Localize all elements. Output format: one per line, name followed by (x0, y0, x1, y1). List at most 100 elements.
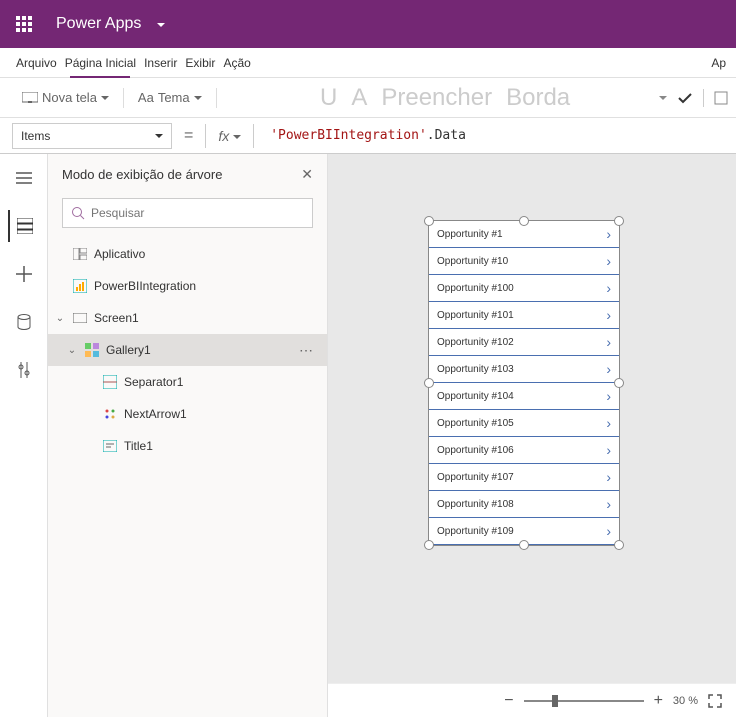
chevron-right-icon[interactable]: › (606, 307, 611, 323)
chevron-down-icon[interactable] (659, 90, 667, 105)
chevron-right-icon[interactable]: › (606, 280, 611, 296)
tree-screen1[interactable]: ⌄ Screen1 (48, 302, 327, 334)
app-dropdown-icon[interactable] (149, 17, 173, 32)
gallery-item[interactable]: Opportunity #106 › (429, 437, 619, 464)
close-icon[interactable]: ✕ (301, 166, 313, 183)
panel-title: Modo de exibição de árvore (62, 167, 222, 182)
status-bar: − + 30 % (328, 683, 736, 717)
formula-bar: Items = fx 'PowerBIIntegration'.Data (0, 118, 736, 154)
chevron-down-icon (194, 90, 202, 105)
gallery-item-label: Opportunity #106 (437, 445, 514, 456)
label-icon (102, 438, 118, 454)
gallery-item-label: Opportunity #104 (437, 391, 514, 402)
gallery-item-label: Opportunity #101 (437, 310, 514, 321)
chevron-right-icon[interactable]: › (606, 496, 611, 512)
tree-separator1[interactable]: Separator1 (48, 366, 327, 398)
chevron-down-icon[interactable]: ⌄ (66, 345, 78, 356)
chevron-down-icon (101, 90, 109, 105)
zoom-out-button[interactable]: − (504, 692, 513, 710)
chevron-right-icon[interactable]: › (606, 415, 611, 431)
menu-bar: Arquivo Página Inicial Inserir Exibir Aç… (0, 48, 736, 78)
gallery-item-label: Opportunity #105 (437, 418, 514, 429)
formula-input[interactable]: 'PowerBIIntegration'.Data (262, 124, 724, 147)
chevron-right-icon[interactable]: › (606, 361, 611, 377)
gallery-item[interactable]: Opportunity #100 › (429, 275, 619, 302)
left-rail (0, 154, 48, 717)
text-aa-icon: Aa (138, 90, 154, 105)
menu-right-truncated: Ap (707, 56, 730, 70)
gallery-item[interactable]: Opportunity #104 › (429, 383, 619, 410)
gallery-item-label: Opportunity #103 (437, 364, 514, 375)
toolbar-separator (216, 88, 217, 108)
gallery-item[interactable]: Opportunity #103 › (429, 356, 619, 383)
screen-icon (22, 92, 38, 104)
screen-icon (72, 310, 88, 326)
menu-arquivo[interactable]: Arquivo (12, 56, 61, 70)
menu-inserir[interactable]: Inserir (140, 56, 181, 70)
tema-button[interactable]: Aa Tema (128, 90, 212, 105)
zoom-slider[interactable] (524, 700, 644, 702)
chevron-right-icon[interactable]: › (606, 253, 611, 269)
menu-exibir[interactable]: Exibir (181, 56, 219, 70)
gallery-selection[interactable]: Opportunity #1›Opportunity #10›Opportuni… (428, 220, 620, 546)
tools-icon[interactable] (8, 354, 40, 386)
chevron-right-icon[interactable]: › (606, 334, 611, 350)
chevron-down-icon[interactable]: ⌄ (54, 313, 66, 324)
toolbar-disabled-watermark: U A Preencher Borda (320, 84, 570, 112)
gallery-item[interactable]: Opportunity #102 › (429, 329, 619, 356)
chevron-right-icon[interactable]: › (606, 469, 611, 485)
app-header: Power Apps (0, 0, 736, 48)
canvas[interactable]: Opportunity #1›Opportunity #10›Opportuni… (328, 154, 736, 717)
fx-button[interactable]: fx (214, 128, 245, 144)
insert-icon[interactable] (8, 258, 40, 290)
zoom-level: 30 % (673, 695, 698, 707)
separator-icon (102, 374, 118, 390)
gallery-item[interactable]: Opportunity #101 › (429, 302, 619, 329)
chevron-down-icon (233, 128, 241, 144)
tree-view-panel: Modo de exibição de árvore ✕ Aplicativo … (48, 154, 328, 717)
more-icon[interactable]: ⋯ (299, 342, 321, 359)
menu-pagina-inicial[interactable]: Página Inicial (61, 56, 140, 70)
hamburger-icon[interactable] (8, 162, 40, 194)
tree-powerbiintegration[interactable]: PowerBIIntegration (48, 270, 327, 302)
fullscreen-icon[interactable] (708, 694, 722, 708)
gallery-item[interactable]: Opportunity #105 › (429, 410, 619, 437)
waffle-menu[interactable] (0, 0, 48, 48)
toolbar: Nova tela Aa Tema U A Preencher Borda (0, 78, 736, 118)
tree-gallery1[interactable]: ⌄ Gallery1 ⋯ (48, 334, 327, 366)
chevron-down-icon (155, 129, 163, 143)
tree-aplicativo[interactable]: Aplicativo (48, 238, 327, 270)
chevron-right-icon[interactable]: › (606, 442, 611, 458)
tree-nextarrow1[interactable]: NextArrow1 (48, 398, 327, 430)
nextarrow-icon (102, 406, 118, 422)
chevron-right-icon[interactable]: › (606, 523, 611, 539)
chevron-right-icon[interactable]: › (606, 226, 611, 242)
zoom-in-button[interactable]: + (654, 692, 663, 710)
search-field[interactable] (91, 206, 304, 220)
gallery-item-label: Opportunity #108 (437, 499, 514, 510)
property-selector[interactable]: Items (12, 123, 172, 149)
gallery-item-label: Opportunity #109 (437, 526, 514, 537)
gallery-item-label: Opportunity #100 (437, 283, 514, 294)
checkmark-icon[interactable] (677, 92, 693, 104)
search-icon (71, 206, 85, 220)
nova-tela-button[interactable]: Nova tela (12, 90, 119, 105)
gallery-item-label: Opportunity #102 (437, 337, 514, 348)
border-icon[interactable] (714, 91, 728, 105)
app-icon (72, 246, 88, 262)
gallery-item-label: Opportunity #1 (437, 229, 503, 240)
gallery-item-label: Opportunity #107 (437, 472, 514, 483)
data-icon[interactable] (8, 306, 40, 338)
gallery-item[interactable]: Opportunity #108 › (429, 491, 619, 518)
gallery-item[interactable]: Opportunity #10 › (429, 248, 619, 275)
search-input[interactable] (62, 198, 313, 228)
tree-title1[interactable]: Title1 (48, 430, 327, 462)
powerbi-icon (72, 278, 88, 294)
gallery-item-label: Opportunity #10 (437, 256, 508, 267)
gallery-item[interactable]: Opportunity #107 › (429, 464, 619, 491)
menu-acao[interactable]: Ação (219, 56, 254, 70)
chevron-right-icon[interactable]: › (606, 388, 611, 404)
treeview-icon[interactable] (8, 210, 40, 242)
gallery-icon (84, 342, 100, 358)
app-title: Power Apps (48, 15, 149, 33)
